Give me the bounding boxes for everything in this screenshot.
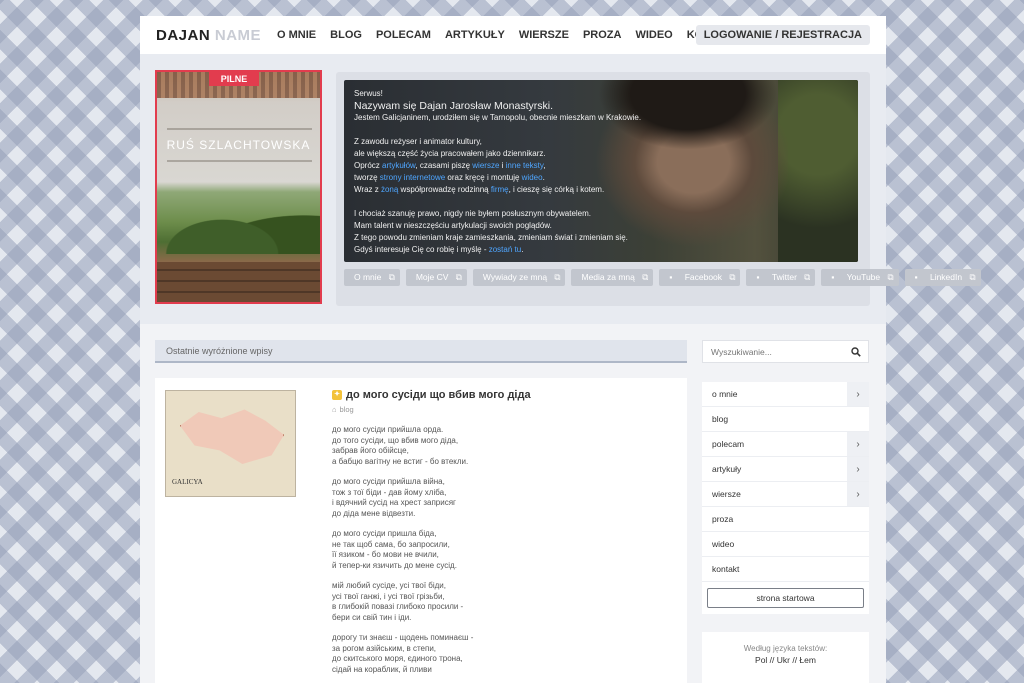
sidebar-item-wideo[interactable]: wideo	[702, 532, 869, 557]
posts-section-title: Ostatnie wyróżnione wpisy	[155, 340, 687, 363]
chevron-right-icon[interactable]: ›	[847, 482, 869, 506]
social-o-mnie[interactable]: O mnie ⧉	[344, 269, 400, 286]
bio-name: Dajan Jarosław Monastyrski	[419, 100, 551, 112]
map-region	[180, 409, 284, 465]
poster-planks	[157, 262, 320, 302]
search-button[interactable]	[844, 341, 868, 362]
hero-section: PILNE RUŚ SZLACHTOWSKA Serwus! Nazywam s…	[140, 54, 981, 324]
bio-line: ale większą część życia pracowałem jako …	[354, 149, 546, 158]
language-links[interactable]: Pol // Ukr // Łem	[702, 655, 869, 665]
social-links: O mnie ⧉ Moje CV ⧉ Wywiady ze mną ⧉ Medi…	[344, 269, 981, 286]
post-category[interactable]: ⌂ blog	[332, 405, 354, 414]
main-nav: O MNIE BLOG POLECAM ARTYKUŁY WIERSZE PRO…	[277, 29, 740, 41]
bio-origin: Jestem Galicjaninem, urodziłem się w Tar…	[354, 113, 642, 122]
twitter-icon: ▪	[751, 269, 765, 285]
post-stanza: до мого сусіди пришла біда, не так щоб са…	[332, 529, 457, 570]
bio-line: tworzę strony internetowe oraz kręcę i m…	[354, 173, 545, 182]
youtube-icon: ▪	[826, 269, 840, 285]
link-zona[interactable]: żoną	[381, 185, 398, 194]
login-register-button[interactable]: LOGOWANIE / REJESTRACJA	[695, 25, 870, 45]
poster-text-line	[167, 160, 312, 162]
search-icon	[851, 346, 861, 357]
bio-box: Serwus! Nazywam się Dajan Jarosław Monas…	[336, 72, 981, 306]
sidebar-item-kontakt[interactable]: kontakt	[702, 557, 869, 582]
linkedin-icon: ▪	[909, 269, 923, 285]
post-stanza: дорогу ти знаєш - щодень поминаєш - за ро…	[332, 633, 474, 674]
language-box: Według języka tekstów: Pol // Ukr // Łem	[702, 632, 869, 683]
top-navbar: DAJAN NAME O MNIE BLOG POLECAM ARTYKUŁY …	[140, 16, 886, 54]
bio-line: Mam talent w nieszczęściu artykulacji sw…	[354, 221, 552, 230]
social-facebook[interactable]: ▪ Facebook ⧉	[659, 269, 741, 286]
sidebar-item-wiersze[interactable]: wiersze ›	[702, 482, 869, 507]
map-label: GALICYA	[172, 478, 203, 486]
link-inne-teksty[interactable]: inne teksty	[506, 161, 544, 170]
poster-title: RUŚ SZLACHTOWSKA	[166, 138, 311, 152]
post-stanza: до мого сусіди прийшла війна, тож з тої б…	[332, 477, 456, 518]
site-logo[interactable]: DAJAN NAME	[156, 27, 261, 44]
chevron-right-icon[interactable]: ›	[847, 457, 869, 481]
social-linkedin[interactable]: ▪ LinkedIn ⧉	[904, 269, 981, 286]
social-twitter[interactable]: ▪ Twitter ⧉	[746, 269, 816, 286]
featured-poster[interactable]: PILNE RUŚ SZLACHTOWSKA	[155, 70, 322, 304]
social-youtube[interactable]: ▪ YouTube ⧉	[821, 269, 899, 286]
sidebar-item-o-mnie[interactable]: o mnie ›	[702, 382, 869, 407]
nav-o-mnie[interactable]: O MNIE	[277, 29, 316, 41]
sidebar-item-proza[interactable]: proza	[702, 507, 869, 532]
language-title: Według języka tekstów:	[743, 644, 828, 653]
link-artykuly[interactable]: artykułów	[382, 161, 415, 170]
nav-polecam[interactable]: POLECAM	[376, 29, 431, 41]
bio-line: I chociaż szanuję prawo, nigdy nie byłem…	[354, 209, 592, 218]
tag-icon: ⌂	[332, 405, 337, 414]
sidebar-item-polecam[interactable]: polecam ›	[702, 432, 869, 457]
nav-wideo[interactable]: WIDEO	[635, 29, 672, 41]
post-card: GALICYA ✦ до мого сусіди що вбив мого ді…	[155, 378, 687, 683]
bio-line: Z zawodu reżyser i animator kultury,	[354, 137, 482, 146]
nav-artykuly[interactable]: ARTYKUŁY	[445, 29, 505, 41]
social-media[interactable]: Media za mną ⧉	[571, 269, 654, 286]
bio-photo-trees	[778, 80, 858, 262]
bio-text: Serwus! Nazywam się Dajan Jarosław Monas…	[354, 88, 694, 256]
start-page-button[interactable]: strona startowa	[707, 588, 864, 608]
bio-intro: Nazywam się Dajan Jarosław Monastyrski.	[354, 100, 553, 112]
post-body: до мого сусіди прийшла орда. до того сусі…	[332, 425, 632, 683]
link-strony[interactable]: strony internetowe	[380, 173, 445, 182]
post-title[interactable]: ✦ до мого сусіди що вбив мого діда	[332, 389, 531, 401]
nav-wiersze[interactable]: WIERSZE	[519, 29, 569, 41]
social-moje-cv[interactable]: Moje CV ⧉	[405, 269, 467, 286]
sidebar-item-blog[interactable]: blog	[702, 407, 869, 432]
pin-icon: ✦	[332, 390, 342, 400]
bio-greeting: Serwus!	[354, 89, 383, 98]
social-wywiady[interactable]: Wywiady ze mną ⧉	[472, 269, 566, 286]
sidebar-item-artykuly[interactable]: artykuły ›	[702, 457, 869, 482]
search-input[interactable]	[703, 341, 843, 362]
bio-line: Oprócz artykułów, czasami piszę wiersze …	[354, 161, 546, 170]
poster-hills	[157, 194, 320, 254]
page-container: DAJAN NAME O MNIE BLOG POLECAM ARTYKUŁY …	[140, 16, 981, 683]
post-stanza: мій любий сусіде, усі твої біди, усі твої…	[332, 581, 464, 622]
link-zostan-tu[interactable]: zostań tu	[489, 245, 521, 254]
chevron-right-icon[interactable]: ›	[847, 432, 869, 456]
facebook-icon: ▪	[664, 269, 678, 285]
link-wideo[interactable]: wideo	[522, 173, 543, 182]
bio-line: Z tego powodu zmieniam kraje zamieszkani…	[354, 233, 628, 242]
link-firme[interactable]: firmę	[491, 185, 509, 194]
logo-first: DAJAN	[156, 26, 211, 44]
bio-line: Gdyś interesuje Cię co robię i myślę - z…	[354, 245, 524, 254]
nav-blog[interactable]: BLOG	[330, 29, 362, 41]
sidebar-menu: o mnie › blog polecam › artykuły › wiersze ›…	[702, 382, 869, 614]
bio-photo-panel: Serwus! Nazywam się Dajan Jarosław Monas…	[344, 80, 858, 262]
pilne-badge: PILNE	[209, 72, 259, 86]
nav-proza[interactable]: PROZA	[583, 29, 622, 41]
chevron-right-icon[interactable]: ›	[847, 382, 869, 406]
link-wiersze[interactable]: wiersze	[472, 161, 499, 170]
post-thumbnail-map[interactable]: GALICYA	[165, 390, 296, 497]
logo-second: NAME	[214, 26, 262, 44]
post-stanza: до мого сусіди прийшла орда. до того сусі…	[332, 425, 469, 466]
bio-line: Wraz z żoną współprowadzę rodzinną firmę…	[354, 185, 605, 194]
poster-text-line	[167, 128, 312, 130]
search-box	[702, 340, 869, 363]
